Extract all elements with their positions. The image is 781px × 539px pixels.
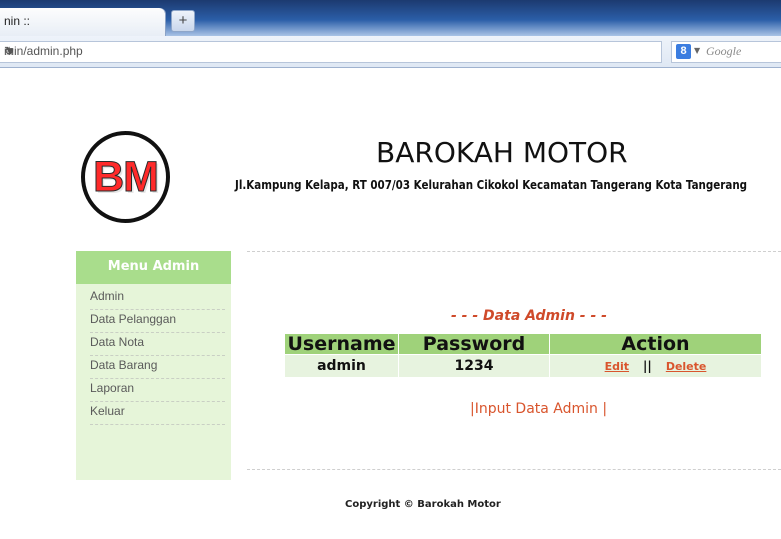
section-title: - - - Data Admin - - - <box>451 308 607 324</box>
reload-icon[interactable]: ↻ <box>4 44 14 58</box>
site-logo: BM <box>81 131 170 223</box>
new-tab-button[interactable]: + <box>171 10 195 32</box>
action-separator: || <box>643 359 652 373</box>
search-engine-dropdown-icon[interactable]: ▼ <box>694 46 700 55</box>
site-title: BAROKAH MOTOR <box>376 136 628 169</box>
browser-tab-bar: nin :: + <box>0 0 781 36</box>
sidebar-item-data-barang[interactable]: Data Barang <box>90 356 225 379</box>
content-bottom-divider <box>247 469 781 470</box>
input-data-admin-link[interactable]: |Input Data Admin | <box>470 401 607 417</box>
table-row: admin 1234 Edit || Delete <box>285 354 761 377</box>
cell-password: 1234 <box>398 354 550 377</box>
search-box[interactable]: 8 ▼ Google <box>671 41 781 63</box>
admin-sidebar: Menu Admin Admin Data Pelanggan Data Not… <box>76 251 231 480</box>
column-header-username: Username <box>285 334 399 355</box>
column-header-password: Password <box>398 334 550 355</box>
sidebar-item-data-nota[interactable]: Data Nota <box>90 333 225 356</box>
search-input-placeholder: Google <box>706 44 742 58</box>
browser-tab[interactable]: nin :: <box>0 8 165 36</box>
sidebar-item-admin[interactable]: Admin <box>90 287 225 310</box>
sidebar-menu: Admin Data Pelanggan Data Nota Data Bara… <box>76 284 231 425</box>
column-header-action: Action <box>549 334 761 355</box>
admin-table: Username Password Action admin 1234 Edit… <box>285 334 761 377</box>
site-address: Jl.Kampung Kelapa, RT 007/03 Kelurahan C… <box>235 178 748 192</box>
table-header-row: Username Password Action <box>285 334 761 355</box>
content-top-divider <box>247 251 781 252</box>
cell-username: admin <box>285 354 399 377</box>
cell-action: Edit || Delete <box>549 354 761 377</box>
edit-link[interactable]: Edit <box>605 360 629 373</box>
browser-tab-title: nin :: <box>4 14 31 28</box>
search-engine-icon[interactable]: 8 <box>676 44 691 59</box>
address-bar[interactable]: min/admin.php ☆ ▼ ↻ <box>0 41 662 63</box>
sidebar-item-data-pelanggan[interactable]: Data Pelanggan <box>90 310 225 333</box>
footer-copyright: Copyright © Barokah Motor <box>345 499 501 510</box>
browser-nav-bar: min/admin.php ☆ ▼ ↻ 8 ▼ Google <box>0 36 781 68</box>
sidebar-item-keluar[interactable]: Keluar <box>90 402 225 425</box>
sidebar-item-laporan[interactable]: Laporan <box>90 379 225 402</box>
site-logo-text: BM <box>93 152 160 201</box>
sidebar-title: Menu Admin <box>76 251 231 284</box>
delete-link[interactable]: Delete <box>666 360 707 373</box>
